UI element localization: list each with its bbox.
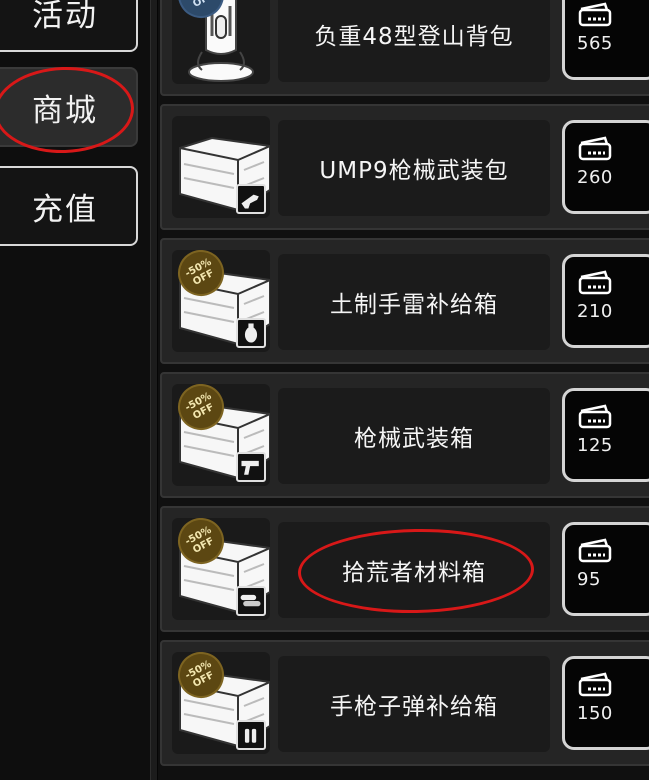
sidebar: 活动 商城 充值 xyxy=(0,0,150,780)
shop-item-row[interactable]: -10% OFF 负重48型登山背包 565 xyxy=(160,0,649,96)
item-name: UMP9枪械武装包 xyxy=(278,120,550,216)
grenade-icon xyxy=(236,318,266,348)
shop-item-row[interactable]: -50% OFF 手枪子弹补给箱 150 xyxy=(160,640,649,766)
shop-item-row[interactable]: UMP9枪械武装包 260 xyxy=(160,104,649,230)
shop-item-row[interactable]: -50% OFF 拾荒者材料箱 95 xyxy=(160,506,649,632)
shop-item-row[interactable]: -50% OFF 枪械武装箱 125 xyxy=(160,372,649,498)
buy-button[interactable]: 210 xyxy=(562,254,649,348)
buy-button[interactable]: 125 xyxy=(562,388,649,482)
sidebar-item-events[interactable]: 活动 xyxy=(0,0,138,52)
item-thumbnail: -50% OFF xyxy=(172,652,270,754)
ticket-icon xyxy=(578,672,612,697)
item-thumbnail: -50% OFF xyxy=(172,250,270,352)
sidebar-item-label: 活动 xyxy=(32,0,98,34)
buy-button[interactable]: 150 xyxy=(562,656,649,750)
shop-item-row[interactable]: -50% OFF 土制手雷补给箱 210 xyxy=(160,238,649,364)
ticket-icon xyxy=(578,270,612,295)
item-name: 拾荒者材料箱 xyxy=(278,522,550,618)
sidebar-item-label: 商城 xyxy=(32,92,98,129)
smg-icon xyxy=(236,184,266,214)
materials-icon xyxy=(236,586,266,616)
item-name: 枪械武装箱 xyxy=(278,388,550,484)
ammo-icon xyxy=(236,720,266,750)
item-price: 260 xyxy=(577,167,613,188)
item-price: 565 xyxy=(577,33,613,54)
buy-button[interactable]: 95 xyxy=(562,522,649,616)
item-name: 土制手雷补给箱 xyxy=(278,254,550,350)
item-price: 95 xyxy=(577,569,601,590)
item-thumbnail xyxy=(172,116,270,218)
item-price: 150 xyxy=(577,703,613,724)
item-thumbnail: -50% OFF xyxy=(172,384,270,486)
ticket-icon xyxy=(578,538,612,563)
item-price: 210 xyxy=(577,301,613,322)
ticket-icon xyxy=(578,2,612,27)
item-thumbnail: -10% OFF xyxy=(172,0,270,84)
sidebar-item-label: 充值 xyxy=(32,191,98,228)
item-name: 负重48型登山背包 xyxy=(278,0,550,82)
buy-button[interactable]: 260 xyxy=(562,120,649,214)
item-name: 手枪子弹补给箱 xyxy=(278,656,550,752)
ticket-icon xyxy=(578,404,612,429)
shop-item-list[interactable]: -10% OFF 负重48型登山背包 565 UMP9枪械武装包 260 xyxy=(158,0,649,780)
buy-button[interactable]: 565 xyxy=(562,0,649,80)
item-thumbnail: -50% OFF xyxy=(172,518,270,620)
item-price: 125 xyxy=(577,435,613,456)
ticket-icon xyxy=(578,136,612,161)
sidebar-item-recharge[interactable]: 充值 xyxy=(0,166,138,246)
pistol-icon xyxy=(236,452,266,482)
sidebar-item-shop[interactable]: 商城 xyxy=(0,67,138,147)
sidebar-divider[interactable] xyxy=(150,0,158,780)
